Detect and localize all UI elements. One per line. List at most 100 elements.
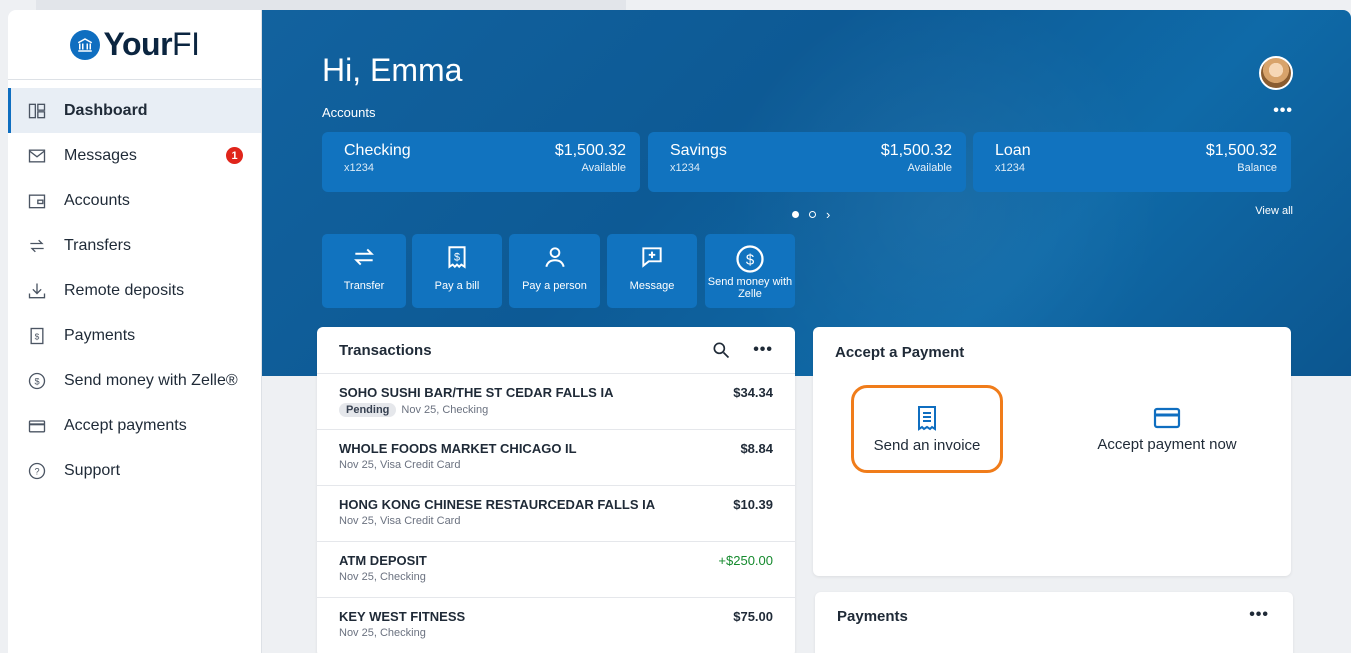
transaction-meta: Nov 25, Visa Credit Card <box>339 459 461 471</box>
account-amount-label: Balance <box>1237 162 1277 174</box>
sidebar-item-remote-deposits[interactable]: Remote deposits <box>8 268 261 313</box>
avatar[interactable] <box>1259 56 1293 90</box>
transfer-icon <box>26 235 48 257</box>
account-card-loan[interactable]: Loan x1234 $1,500.32 Balance <box>973 132 1291 192</box>
question-circle-icon: ? <box>26 460 48 482</box>
wallet-icon <box>26 190 48 212</box>
transfer-icon <box>354 248 374 266</box>
sidebar-item-label: Dashboard <box>64 101 148 119</box>
accounts-label: Accounts <box>322 105 376 120</box>
svg-text:$: $ <box>454 251 460 263</box>
transactions-card: Transactions ••• SOHO SUSHI BAR/THE ST C… <box>317 327 795 653</box>
sidebar-item-label: Messages <box>64 146 137 164</box>
account-amount: $1,500.32 <box>554 142 626 159</box>
sidebar-item-accept-payments[interactable]: Accept payments <box>8 403 261 448</box>
accept-payment-now-button[interactable]: Accept payment now <box>1083 385 1251 473</box>
table-row[interactable]: SOHO SUSHI BAR/THE ST CEDAR FALLS IA Pen… <box>317 373 795 429</box>
accept-payment-now-label: Accept payment now <box>1097 435 1237 453</box>
transaction-amount: $75.00 <box>733 609 773 624</box>
send-invoice-button[interactable]: Send an invoice <box>851 385 1003 473</box>
bank-icon <box>69 29 100 60</box>
table-row[interactable]: HONG KONG CHINESE RESTAURCEDAR FALLS IA … <box>317 485 795 541</box>
quick-action-transfer[interactable]: Transfer <box>322 234 406 308</box>
accept-payment-title: Accept a Payment <box>835 344 965 361</box>
transaction-description: KEY WEST FITNESS <box>339 609 466 624</box>
view-all-link[interactable]: View all <box>1255 205 1293 217</box>
transaction-description: HONG KONG CHINESE RESTAURCEDAR FALLS IA <box>339 497 656 512</box>
payments-card: Payments ••• <box>815 592 1293 653</box>
quick-action-pay-person[interactable]: Pay a person <box>509 234 600 308</box>
sidebar-item-label: Send money with Zelle® <box>64 371 238 389</box>
transaction-amount: $10.39 <box>733 497 773 512</box>
chevron-right-icon[interactable]: › <box>826 207 830 222</box>
transaction-meta: Nov 25, Checking <box>339 627 426 639</box>
quick-action-label: Pay a person <box>522 280 587 292</box>
account-number: x1234 <box>670 162 700 174</box>
sidebar-nav: Dashboard Messages 1 Accounts Transfers … <box>8 88 261 493</box>
dollar-circle-icon: $ <box>26 370 48 392</box>
quick-action-label: Pay a bill <box>434 280 480 292</box>
transaction-meta: Nov 25, Checking <box>339 571 426 583</box>
transaction-description: SOHO SUSHI BAR/THE ST CEDAR FALLS IA <box>339 385 614 400</box>
send-invoice-label: Send an invoice <box>873 436 981 454</box>
sidebar-item-support[interactable]: ? Support <box>8 448 261 493</box>
sidebar-item-zelle[interactable]: $ Send money with Zelle® <box>8 358 261 403</box>
pager-dot[interactable] <box>809 211 816 218</box>
table-row[interactable]: ATM DEPOSIT Nov 25, Checking +$250.00 <box>317 541 795 597</box>
transactions-more-button[interactable]: ••• <box>753 341 773 359</box>
account-amount-label: Available <box>581 162 626 174</box>
payments-more-button[interactable]: ••• <box>1249 606 1269 624</box>
svg-text:?: ? <box>34 466 39 476</box>
receipt-icon <box>918 405 936 431</box>
transaction-description: ATM DEPOSIT <box>339 553 427 568</box>
sidebar-item-dashboard[interactable]: Dashboard <box>8 88 261 133</box>
account-card-savings[interactable]: Savings x1234 $1,500.32 Available <box>648 132 966 192</box>
accounts-more-button[interactable]: ••• <box>1273 102 1293 120</box>
accept-payment-card: Accept a Payment Send an invoice Accept … <box>813 327 1291 576</box>
sidebar: YourFI Dashboard Messages 1 Accounts Tra… <box>8 10 262 653</box>
quick-action-message[interactable]: Message <box>607 234 697 308</box>
account-number: x1234 <box>344 162 374 174</box>
transactions-title: Transactions <box>339 341 432 359</box>
account-amount: $1,500.32 <box>1205 142 1277 159</box>
brand-name-bold: Your <box>103 26 173 62</box>
dashboard-icon <box>26 100 48 122</box>
quick-action-label: Message <box>629 280 675 292</box>
credit-card-icon <box>26 415 48 437</box>
sidebar-item-transfers[interactable]: Transfers <box>8 223 261 268</box>
message-add-icon <box>642 247 662 268</box>
quick-action-zelle[interactable]: $ Send money with Zelle <box>705 234 795 308</box>
transactions-header: Transactions ••• <box>317 327 795 373</box>
unread-badge: 1 <box>226 147 243 164</box>
sidebar-item-label: Transfers <box>64 236 131 254</box>
search-icon[interactable] <box>711 340 731 360</box>
transaction-amount: $8.84 <box>740 441 773 456</box>
pending-badge: Pending <box>339 403 397 417</box>
bill-icon: $ <box>26 325 48 347</box>
greeting: Hi, Emma <box>322 52 463 88</box>
dashboard-hero: Hi, Emma Accounts ••• Checking x1234 $1,… <box>262 10 1351 376</box>
dollar-circle-icon: $ <box>736 245 764 273</box>
brand-name-thin: FI <box>172 26 200 62</box>
transaction-amount: +$250.00 <box>718 553 773 568</box>
svg-text:$: $ <box>746 252 755 269</box>
credit-card-icon <box>1153 407 1181 428</box>
account-amount-label: Available <box>907 162 952 174</box>
sidebar-item-label: Accept payments <box>64 416 187 434</box>
account-card-checking[interactable]: Checking x1234 $1,500.32 Available <box>322 132 640 192</box>
transaction-meta: Nov 25, Checking <box>401 404 489 416</box>
sidebar-item-accounts[interactable]: Accounts <box>8 178 261 223</box>
pager-dot-active[interactable] <box>792 211 799 218</box>
sidebar-item-messages[interactable]: Messages 1 <box>8 133 261 178</box>
brand-logo[interactable]: YourFI <box>8 10 261 80</box>
table-row[interactable]: KEY WEST FITNESS Nov 25, Checking $75.00 <box>317 597 795 653</box>
payments-title: Payments <box>837 608 908 625</box>
quick-action-label: Send money with Zelle <box>707 276 793 300</box>
table-row[interactable]: WHOLE FOODS MARKET CHICAGO IL Nov 25, Vi… <box>317 429 795 485</box>
transaction-description: WHOLE FOODS MARKET CHICAGO IL <box>339 441 577 456</box>
sidebar-item-payments[interactable]: $ Payments <box>8 313 261 358</box>
svg-text:$: $ <box>34 376 39 386</box>
bill-icon: $ <box>448 246 466 269</box>
quick-action-pay-bill[interactable]: $ Pay a bill <box>412 234 502 308</box>
quick-action-label: Transfer <box>343 280 385 292</box>
